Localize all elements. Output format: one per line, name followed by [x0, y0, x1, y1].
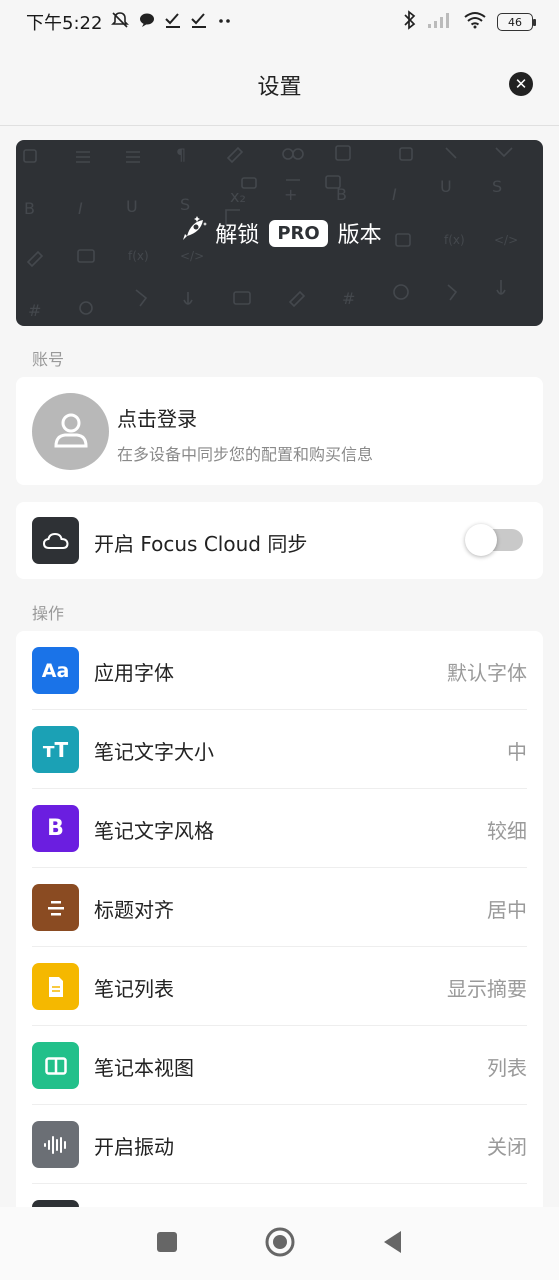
- status-bar: 下午5:22 46: [0, 0, 559, 44]
- user-icon: [51, 410, 91, 454]
- recents-button[interactable]: [149, 1226, 185, 1262]
- unlock-pro-banner[interactable]: ¶ B I U S x₂ + B I U S f(x) </> f(x) </>…: [16, 140, 543, 326]
- setting-label: 标题对齐: [94, 898, 174, 922]
- bluetooth-icon: [403, 9, 417, 35]
- setting-title-align[interactable]: 标题对齐 居中: [16, 868, 543, 947]
- cloud-sync-label: 开启 Focus Cloud 同步: [94, 532, 308, 556]
- setting-value: 较细: [487, 819, 527, 843]
- square-icon: [155, 1230, 179, 1258]
- operations-section-label: 操作: [32, 604, 65, 623]
- more-dots-icon: [216, 11, 234, 34]
- login-subtitle: 在多设备中同步您的配置和购买信息: [117, 445, 374, 464]
- login-title: 点击登录: [117, 407, 197, 431]
- font-icon: Aa: [32, 647, 79, 694]
- chat-icon: [138, 11, 156, 34]
- waveform-icon: [32, 1121, 79, 1168]
- setting-label: 笔记本视图: [94, 1056, 194, 1080]
- cloud-sync-toggle[interactable]: [465, 524, 523, 556]
- operations-card: Aa 应用字体 默认字体 тT 笔记文字大小 中 B 笔记文字风格 较细 标题对…: [16, 631, 543, 1221]
- wifi-icon: [463, 11, 487, 34]
- setting-value: 默认字体: [447, 661, 527, 685]
- toggle-knob: [465, 524, 497, 556]
- setting-value: 列表: [487, 1056, 527, 1080]
- check-icon: [190, 11, 208, 34]
- bold-icon: B: [32, 805, 79, 852]
- setting-label: 笔记列表: [94, 977, 174, 1001]
- pro-badge: PRO: [269, 219, 328, 247]
- home-circle-icon: [264, 1226, 296, 1262]
- cloud-sync-card: 开启 Focus Cloud 同步: [16, 502, 543, 579]
- setting-label: 笔记文字风格: [94, 819, 214, 843]
- login-card[interactable]: 点击登录 在多设备中同步您的配置和购买信息: [16, 377, 543, 485]
- document-icon: [32, 963, 79, 1010]
- check-icon: [164, 11, 182, 34]
- page-title: 设置: [257, 74, 302, 100]
- setting-label: 笔记文字大小: [94, 740, 214, 764]
- unlock-label: 解锁: [215, 223, 260, 248]
- align-center-icon: [32, 884, 79, 931]
- setting-label: 应用字体: [94, 661, 174, 685]
- account-section-label: 账号: [32, 350, 65, 369]
- setting-note-text-style[interactable]: B 笔记文字风格 较细: [16, 789, 543, 868]
- close-button[interactable]: ✕: [509, 72, 533, 96]
- signal-icon: [427, 11, 453, 34]
- columns-icon: [32, 1042, 79, 1089]
- avatar: [32, 393, 109, 470]
- setting-value: 居中: [487, 898, 527, 922]
- setting-app-font[interactable]: Aa 应用字体 默认字体: [16, 631, 543, 710]
- close-icon: ✕: [514, 75, 528, 93]
- system-nav-bar: [0, 1207, 559, 1280]
- setting-value: 中: [507, 740, 527, 764]
- rocket-icon: [177, 214, 209, 252]
- setting-note-text-size[interactable]: тT 笔记文字大小 中: [16, 710, 543, 789]
- cloud-icon: [32, 517, 79, 564]
- home-button[interactable]: [262, 1226, 298, 1262]
- mute-icon: [110, 10, 130, 35]
- text-size-icon: тT: [32, 726, 79, 773]
- setting-value: 关闭: [487, 1135, 527, 1159]
- setting-note-list[interactable]: 笔记列表 显示摘要: [16, 947, 543, 1026]
- version-label: 版本: [337, 223, 382, 248]
- battery-indicator: 46: [497, 13, 536, 31]
- setting-notebook-view[interactable]: 笔记本视图 列表: [16, 1026, 543, 1105]
- setting-value: 显示摘要: [447, 977, 527, 1001]
- status-time: 下午5:22: [26, 13, 103, 34]
- setting-vibration[interactable]: 开启振动 关闭: [16, 1105, 543, 1184]
- setting-label: 开启振动: [94, 1135, 174, 1159]
- back-button[interactable]: [375, 1226, 411, 1262]
- settings-header: 设置 ✕: [0, 44, 559, 126]
- back-triangle-icon: [381, 1229, 405, 1259]
